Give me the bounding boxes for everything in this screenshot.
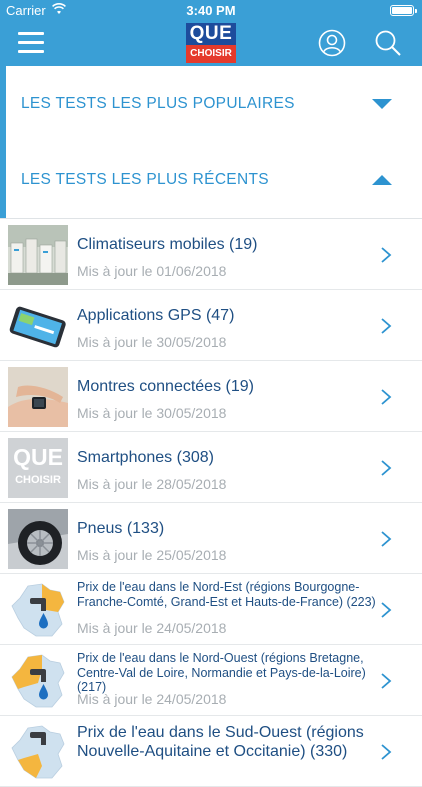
- logo-bottom-text: CHOISIR: [186, 45, 236, 63]
- air-conditioner-thumbnail: [8, 225, 68, 285]
- thumb-logo-bottom: CHOISIR: [15, 474, 61, 486]
- item-title: Prix de l'eau dans le Sud-Ouest (régions…: [77, 724, 364, 760]
- item-date: Mis à jour le 30/05/2018: [77, 405, 227, 421]
- chevron-right-icon: [381, 531, 392, 547]
- gps-thumbnail: [8, 296, 68, 356]
- smartwatch-thumbnail: [8, 367, 68, 427]
- item-date: Mis à jour le 28/05/2018: [77, 476, 227, 492]
- water-map-thumbnail: [8, 651, 68, 711]
- item-title: Climatiseurs mobiles (19): [77, 236, 258, 253]
- list-item[interactable]: Pneus (133) Mis à jour le 25/05/2018: [0, 503, 422, 574]
- chevron-right-icon: [381, 389, 392, 405]
- nav-bar: QUE CHOISIR: [0, 20, 422, 66]
- thumb-logo-top: QUE: [13, 444, 63, 470]
- chevron-right-icon: [381, 460, 392, 476]
- recent-tests-list: Climatiseurs mobiles (19) Mis à jour le …: [0, 219, 422, 787]
- chevron-right-icon: [381, 744, 392, 760]
- battery-icon: [390, 5, 417, 16]
- tyre-thumbnail: [8, 509, 68, 569]
- item-title: Prix de l'eau dans le Nord-Est (régions …: [77, 580, 376, 609]
- que-choisir-logo[interactable]: QUE CHOISIR: [186, 23, 236, 63]
- item-title: Applications GPS (47): [77, 307, 235, 324]
- logo-top-text: QUE: [186, 23, 236, 45]
- search-icon[interactable]: [374, 29, 402, 57]
- triangle-down-icon: [372, 99, 392, 109]
- item-date: Mis à jour le 25/05/2018: [77, 547, 227, 563]
- section-title: LES TESTS LES PLUS POPULAIRES: [21, 95, 295, 112]
- item-date: Mis à jour le 24/05/2018: [77, 691, 227, 707]
- item-title: Prix de l'eau dans le Nord-Ouest (région…: [77, 651, 366, 694]
- list-item[interactable]: Prix de l'eau dans le Sud-Ouest (régions…: [0, 716, 422, 787]
- chevron-right-icon: [381, 673, 392, 689]
- item-date: Mis à jour le 24/05/2018: [77, 620, 227, 636]
- chevron-right-icon: [381, 247, 392, 263]
- chevron-right-icon: [381, 602, 392, 618]
- list-item[interactable]: Prix de l'eau dans le Nord-Est (régions …: [0, 574, 422, 645]
- status-bar: Carrier 3:40 PM: [0, 0, 422, 20]
- menu-button[interactable]: [18, 32, 44, 54]
- section-title: LES TESTS LES PLUS RÉCENTS: [21, 171, 269, 188]
- list-item[interactable]: Prix de l'eau dans le Nord-Ouest (région…: [0, 645, 422, 716]
- list-item[interactable]: QUE CHOISIR Smartphones (308) Mis à jour…: [0, 432, 422, 503]
- item-title: Montres connectées (19): [77, 378, 254, 395]
- item-title: Smartphones (308): [77, 449, 214, 466]
- item-title: Pneus (133): [77, 520, 165, 537]
- list-item[interactable]: Climatiseurs mobiles (19) Mis à jour le …: [0, 219, 422, 290]
- triangle-up-icon: [372, 175, 392, 185]
- section-accent-bar: [0, 142, 6, 218]
- item-date: Mis à jour le 30/05/2018: [77, 334, 227, 350]
- section-recent[interactable]: LES TESTS LES PLUS RÉCENTS: [0, 142, 422, 219]
- list-item[interactable]: Montres connectées (19) Mis à jour le 30…: [0, 361, 422, 432]
- list-item[interactable]: Applications GPS (47) Mis à jour le 30/0…: [0, 290, 422, 361]
- clock: 3:40 PM: [186, 3, 236, 18]
- que-choisir-thumbnail: QUE CHOISIR: [8, 438, 68, 498]
- section-accent-bar: [0, 66, 6, 142]
- section-popular[interactable]: LES TESTS LES PLUS POPULAIRES: [0, 66, 422, 143]
- item-date: Mis à jour le 01/06/2018: [77, 263, 227, 279]
- water-map-thumbnail: [8, 722, 68, 782]
- chevron-right-icon: [381, 318, 392, 334]
- user-icon[interactable]: [318, 29, 346, 57]
- water-map-thumbnail: [8, 580, 68, 640]
